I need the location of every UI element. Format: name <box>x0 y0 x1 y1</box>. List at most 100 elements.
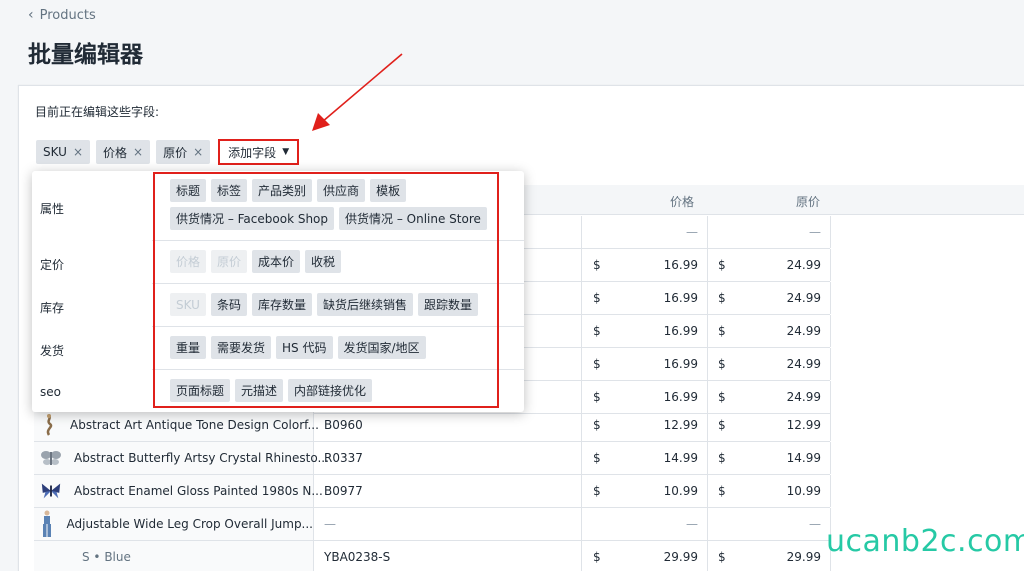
remove-icon[interactable]: × <box>133 145 143 159</box>
currency: $ <box>593 357 601 371</box>
currency: $ <box>593 418 601 432</box>
product-name: Adjustable Wide Leg Crop Overall Jump... <box>66 517 313 531</box>
currency: $ <box>718 418 726 432</box>
compare-cell[interactable]: — <box>708 508 831 540</box>
currency: $ <box>718 451 726 465</box>
price-value: 29.99 <box>663 550 698 564</box>
attributes-options-row-1: 标题 标签 产品类别 供应商 模板 <box>170 179 407 202</box>
remove-icon[interactable]: × <box>73 145 83 159</box>
currency: $ <box>718 484 726 498</box>
option-availability-facebook[interactable]: 供货情况 – Facebook Shop <box>170 207 335 230</box>
table-row: S • Blue YBA0238-S $29.99 $29.99 <box>34 541 831 571</box>
sku-cell[interactable]: — <box>316 508 582 540</box>
compare-cell[interactable]: $14.99 <box>708 442 831 474</box>
compare-cell[interactable]: $24.99 <box>708 315 831 347</box>
compare-cell[interactable]: $24.99 <box>708 348 831 380</box>
inventory-options: SKU 条码 库存数量 缺货后继续销售 跟踪数量 <box>170 293 479 316</box>
currency: $ <box>718 550 726 564</box>
page-title: 批量编辑器 <box>28 42 143 68</box>
sku-cell[interactable]: B0960 <box>316 409 582 441</box>
add-field-dropdown: 属性 标题 标签 产品类别 供应商 模板 供货情况 – Facebook Sho… <box>32 171 524 412</box>
price-cell[interactable]: $16.99 <box>583 348 708 380</box>
chip-label: 价格 <box>103 145 128 160</box>
table-row: Abstract Butterfly Artsy Crystal Rhinest… <box>34 442 831 475</box>
compare-value: 24.99 <box>786 324 821 338</box>
price-cell[interactable]: $16.99 <box>583 315 708 347</box>
chip-price: 价格 × <box>96 140 151 164</box>
table-row: Abstract Art Antique Tone Design Colorf.… <box>34 409 831 442</box>
option-tags[interactable]: 标签 <box>211 179 248 202</box>
option-price: 价格 <box>170 250 207 273</box>
pricing-options: 价格 原价 成本价 收税 <box>170 250 342 273</box>
option-title[interactable]: 标题 <box>170 179 207 202</box>
compare-cell[interactable]: $10.99 <box>708 475 831 507</box>
currency: $ <box>593 550 601 564</box>
back-link[interactable]: ‹ Products <box>28 7 96 23</box>
currency: $ <box>718 390 726 404</box>
category-shipping: 发货 <box>40 344 65 358</box>
product-thumbnail <box>40 510 55 537</box>
sku-cell[interactable]: B0977 <box>316 475 582 507</box>
option-internal-links[interactable]: 内部链接优化 <box>288 379 373 402</box>
price-cell[interactable]: $16.99 <box>583 249 708 281</box>
price-value: 16.99 <box>663 324 698 338</box>
currency: $ <box>593 258 601 272</box>
option-page-title[interactable]: 页面标题 <box>170 379 231 402</box>
option-weight[interactable]: 重量 <box>170 336 207 359</box>
price-cell[interactable]: $12.99 <box>583 409 708 441</box>
category-attributes: 属性 <box>40 202 65 216</box>
option-continue-selling[interactable]: 缺货后继续销售 <box>316 293 413 316</box>
option-hs-code[interactable]: HS 代码 <box>276 336 333 359</box>
option-availability-online-store[interactable]: 供货情况 – Online Store <box>339 207 487 230</box>
option-inventory-quantity[interactable]: 库存数量 <box>251 293 312 316</box>
compare-cell[interactable]: $29.99 <box>708 541 831 571</box>
option-product-type[interactable]: 产品类别 <box>252 179 313 202</box>
compare-value: 10.99 <box>786 484 821 498</box>
chip-sku: SKU × <box>36 140 91 164</box>
price-cell[interactable]: $16.99 <box>583 282 708 314</box>
compare-cell[interactable]: — <box>708 216 831 248</box>
option-country-of-origin[interactable]: 发货国家/地区 <box>337 336 426 359</box>
option-sku: SKU <box>170 293 206 316</box>
option-template[interactable]: 模板 <box>370 179 407 202</box>
price-cell[interactable]: — <box>583 508 708 540</box>
compare-cell[interactable]: $24.99 <box>708 282 831 314</box>
currency: $ <box>593 484 601 498</box>
price-cell[interactable]: $14.99 <box>583 442 708 474</box>
compare-value: 12.99 <box>786 418 821 432</box>
option-track-quantity[interactable]: 跟踪数量 <box>418 293 479 316</box>
shipping-options: 重量 需要发货 HS 代码 发货国家/地区 <box>170 336 426 359</box>
option-charge-tax[interactable]: 收税 <box>305 250 342 273</box>
add-field-button[interactable]: 添加字段 ▼ <box>218 139 300 165</box>
sku-cell[interactable]: YBA0238-S <box>316 541 582 571</box>
empty-value: — <box>809 517 821 531</box>
currency: $ <box>593 291 601 305</box>
compare-cell[interactable]: $12.99 <box>708 409 831 441</box>
sku-cell[interactable]: R0337 <box>316 442 582 474</box>
option-meta-description[interactable]: 元描述 <box>235 379 284 402</box>
price-cell[interactable]: $10.99 <box>583 475 708 507</box>
option-barcode[interactable]: 条码 <box>210 293 247 316</box>
compare-value: 24.99 <box>786 357 821 371</box>
compare-value: 24.99 <box>786 390 821 404</box>
header-compare: 原价 <box>796 195 821 209</box>
price-cell[interactable]: — <box>583 216 708 248</box>
option-requires-shipping[interactable]: 需要发货 <box>211 336 272 359</box>
option-compare-price: 原价 <box>211 250 248 273</box>
option-cost[interactable]: 成本价 <box>252 250 301 273</box>
compare-value: 24.99 <box>786 291 821 305</box>
compare-cell[interactable]: $24.99 <box>708 249 831 281</box>
divider <box>152 240 524 241</box>
table-row: Adjustable Wide Leg Crop Overall Jump...… <box>34 508 831 541</box>
category-pricing: 定价 <box>40 258 65 272</box>
currency: $ <box>718 357 726 371</box>
price-cell[interactable]: $29.99 <box>583 541 708 571</box>
attributes-options-row-2: 供货情况 – Facebook Shop 供货情况 – Online Store <box>170 207 487 230</box>
chip-label: SKU <box>43 145 67 159</box>
category-inventory: 库存 <box>40 301 65 315</box>
price-value: 16.99 <box>663 357 698 371</box>
product-thumbnail <box>40 413 58 437</box>
remove-icon[interactable]: × <box>193 145 203 159</box>
price-value: 16.99 <box>663 291 698 305</box>
option-vendor[interactable]: 供应商 <box>317 179 366 202</box>
